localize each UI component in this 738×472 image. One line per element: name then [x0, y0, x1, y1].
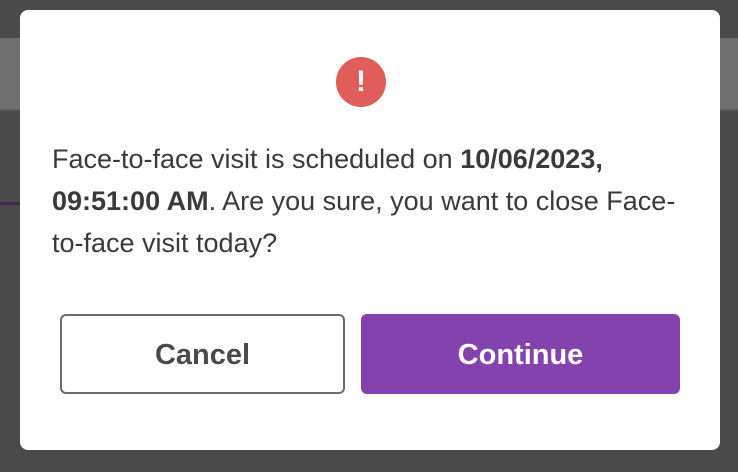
message-prefix: Face-to-face visit is scheduled on [52, 144, 461, 174]
cancel-button[interactable]: Cancel [60, 314, 345, 394]
confirmation-dialog: ! Face-to-face visit is scheduled on 10/… [20, 10, 720, 450]
alert-exclamation-icon: ! [336, 57, 386, 107]
continue-button[interactable]: Continue [361, 314, 680, 394]
dialog-message: Face-to-face visit is scheduled on 10/06… [52, 138, 692, 264]
